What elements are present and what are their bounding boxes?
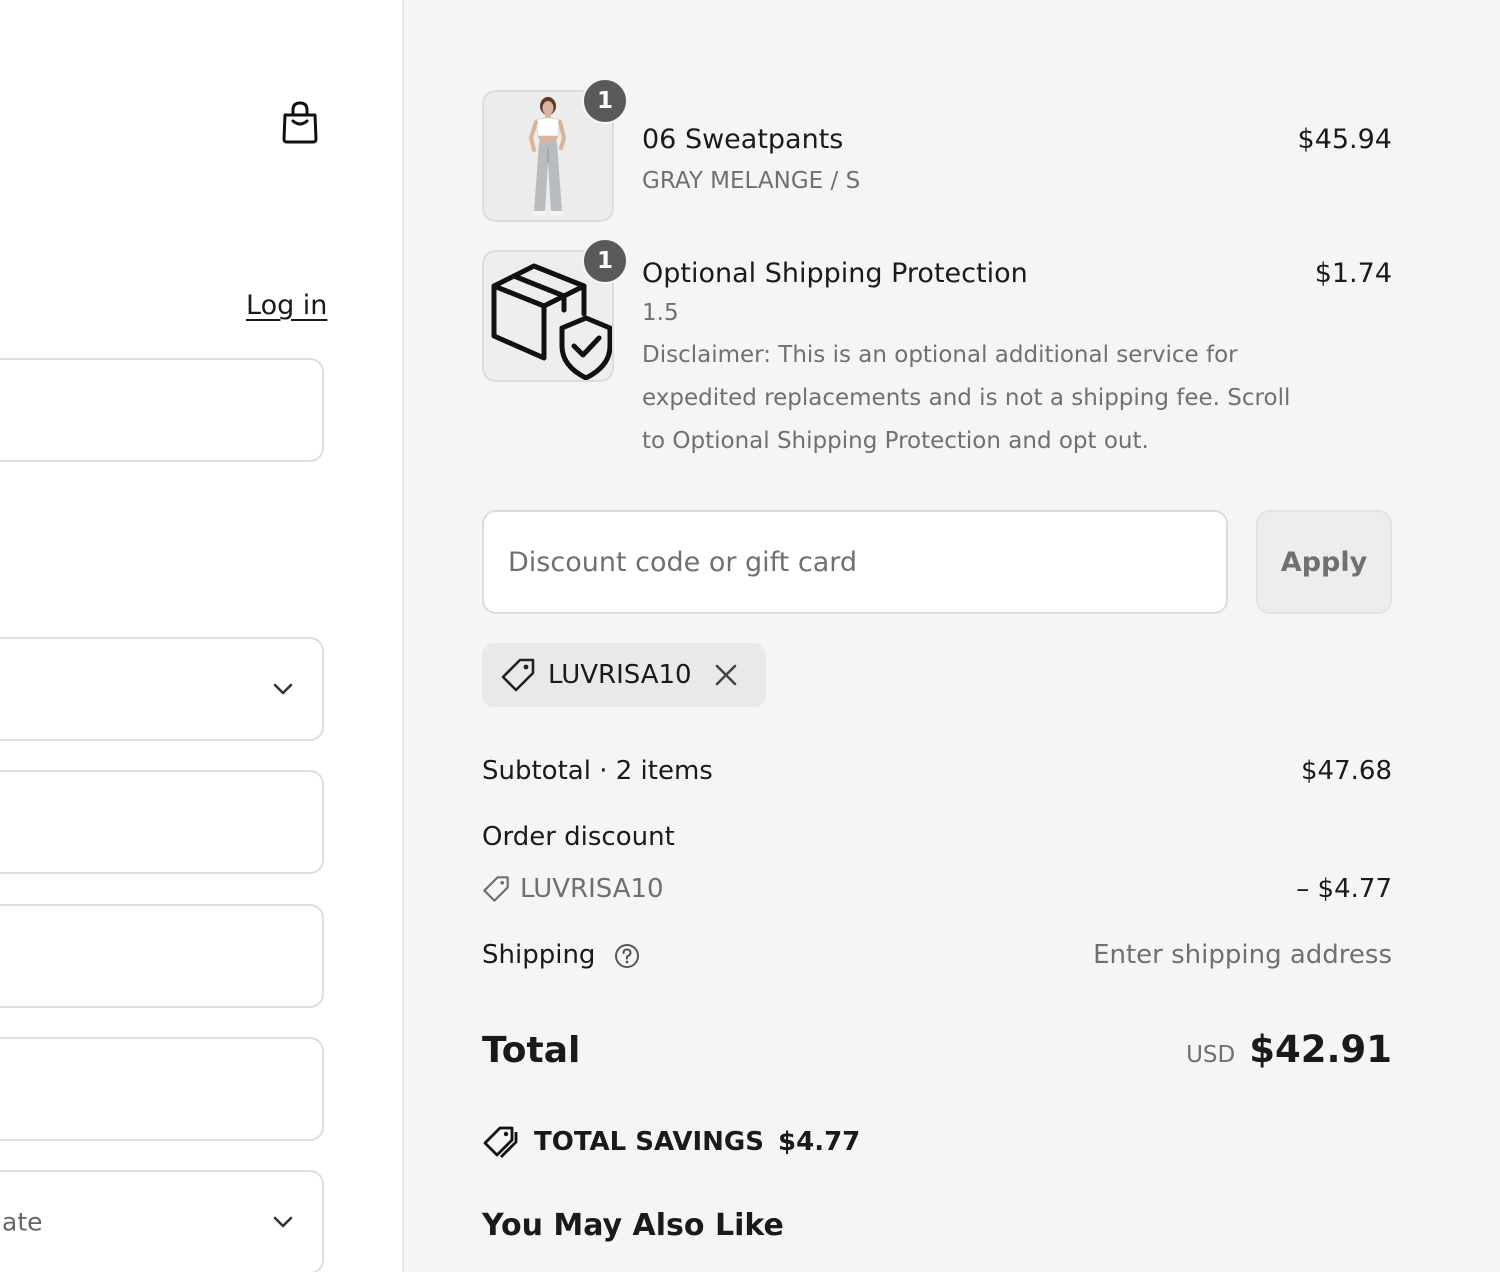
order-discount-code-row: LUVRISA10 – $4.77 (482, 874, 1392, 910)
discount-form: Apply (482, 510, 1392, 614)
shipping-row: Shipping Enter shipping address (482, 940, 1392, 970)
product-thumbnail: 1 (482, 78, 628, 222)
item-disclaimer: Disclaimer: This is an optional addition… (642, 342, 1291, 454)
shipping-value: Enter shipping address (1093, 940, 1392, 970)
contact-input[interactable] (0, 358, 324, 462)
question-circle-icon (614, 943, 639, 968)
recommendations-title: You May Also Like (482, 1208, 784, 1243)
state-select[interactable]: ate (0, 1170, 324, 1272)
subtotal-label: Subtotal · 2 items (482, 756, 713, 786)
chevron-down-icon (273, 683, 293, 695)
city-input[interactable] (0, 1037, 324, 1141)
name-input[interactable] (0, 770, 324, 874)
quantity-badge: 1 (582, 78, 628, 124)
tag-icon (483, 876, 509, 902)
total-label: Total (482, 1030, 581, 1071)
item-price: $1.74 (1314, 258, 1392, 289)
product-thumbnail: 1 (482, 238, 628, 382)
discount-code-input[interactable] (482, 510, 1228, 614)
item-price: $45.94 (1297, 124, 1392, 155)
applied-discount-code: LUVRISA10 (548, 660, 692, 690)
quantity-badge: 1 (582, 238, 628, 284)
item-variant: 1.5 (642, 300, 679, 326)
line-item: 1 Optional Shipping Protection 1.5 Discl… (482, 238, 1392, 470)
close-icon (715, 664, 736, 686)
total-amount: $42.91 (1249, 1028, 1392, 1071)
order-summary-panel: 1 06 Sweatpants GRAY MELANGE / S $45.94 … (406, 0, 1500, 1272)
item-variant: GRAY MELANGE / S (642, 168, 861, 194)
line-item: 1 06 Sweatpants GRAY MELANGE / S $45.94 (482, 78, 1392, 222)
tag-icon (501, 658, 535, 692)
savings-value: $4.77 (778, 1127, 861, 1157)
total-currency: USD (1186, 1042, 1236, 1068)
total-savings: TOTAL SAVINGS $4.77 (482, 1124, 860, 1160)
applied-discount-chip: LUVRISA10 (482, 643, 766, 707)
order-discount-value: – $4.77 (1296, 874, 1392, 904)
subtotal-row: Subtotal · 2 items $47.68 (482, 756, 1392, 786)
remove-discount-button[interactable] (710, 659, 742, 691)
item-name: Optional Shipping Protection (642, 258, 1028, 289)
chevron-down-icon (273, 1216, 293, 1228)
address-input[interactable] (0, 904, 324, 1008)
login-link[interactable]: Log in (246, 290, 327, 321)
item-name: 06 Sweatpants (642, 124, 844, 155)
order-discount-row: Order discount (482, 822, 1392, 852)
order-discount-code: LUVRISA10 (520, 874, 664, 904)
country-select[interactable] (0, 637, 324, 741)
savings-label: TOTAL SAVINGS (534, 1127, 765, 1157)
checkout-form-panel: Log in ate (0, 0, 404, 1272)
subtotal-value: $47.68 (1301, 756, 1392, 786)
shipping-label: Shipping (482, 940, 596, 970)
total-value: USD $42.91 (1186, 1028, 1392, 1071)
state-select-value: ate (2, 1207, 43, 1237)
apply-button[interactable]: Apply (1256, 510, 1392, 614)
cart-button[interactable] (278, 98, 322, 146)
order-discount-label: Order discount (482, 822, 675, 852)
shopping-bag-icon (282, 101, 318, 144)
shipping-help-button[interactable] (614, 943, 640, 969)
tags-icon (483, 1126, 518, 1158)
